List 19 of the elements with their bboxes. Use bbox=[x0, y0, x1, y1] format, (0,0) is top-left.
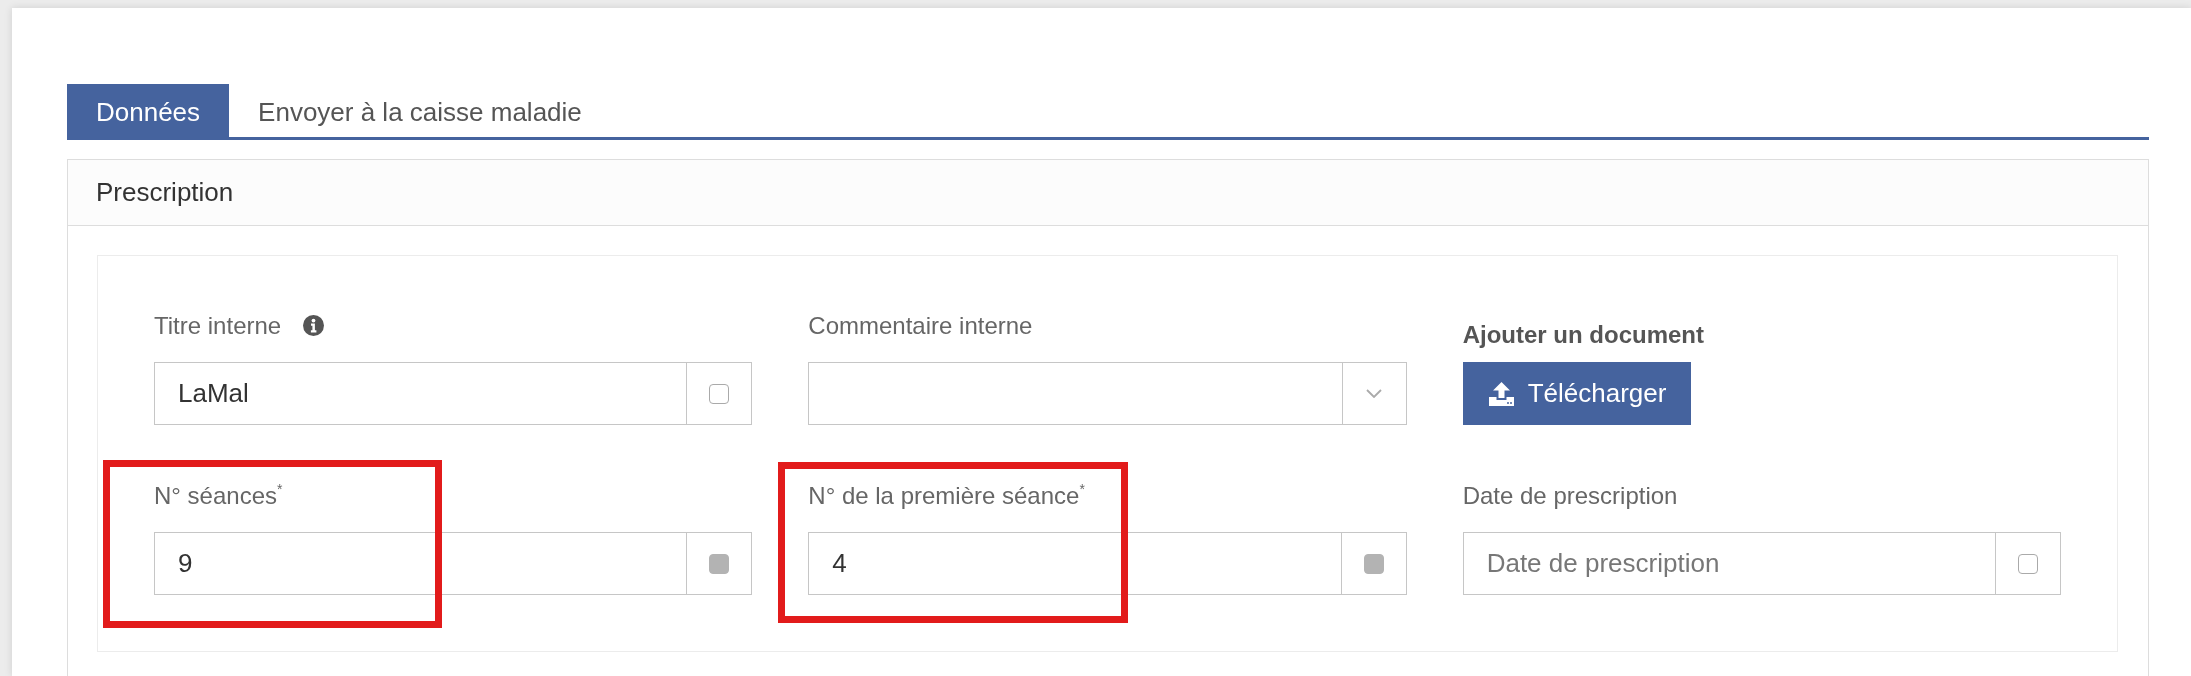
field-label: N° de la première séance$^{*}$ bbox=[808, 481, 1085, 510]
chevron-down-icon bbox=[1366, 389, 1383, 398]
checkbox[interactable] bbox=[2018, 553, 2038, 574]
upload-icon bbox=[1488, 381, 1514, 406]
field-label: Date de prescription bbox=[1462, 481, 1678, 510]
dropdown-field[interactable] bbox=[808, 362, 1407, 425]
card-title: Prescription bbox=[96, 176, 234, 209]
text-field[interactable]: LaMal bbox=[154, 362, 687, 425]
text-field[interactable]: Date de prescription bbox=[1462, 532, 1995, 595]
text-field[interactable]: 9 bbox=[154, 532, 687, 595]
field-label: Ajouter un document bbox=[1462, 320, 1704, 349]
tab[interactable]: Données bbox=[67, 84, 230, 140]
field-label: Titre interne bbox=[154, 311, 282, 340]
upload-button[interactable]: Télécharger bbox=[1462, 362, 1691, 425]
field-label: Commentaire interne bbox=[808, 311, 1033, 340]
field-label: N° séances$^{*}$ bbox=[154, 481, 283, 510]
checkbox[interactable] bbox=[709, 383, 730, 404]
tab[interactable]: Envoyer à la caisse maladie bbox=[229, 84, 611, 140]
text-field[interactable]: 4 bbox=[808, 532, 1341, 595]
